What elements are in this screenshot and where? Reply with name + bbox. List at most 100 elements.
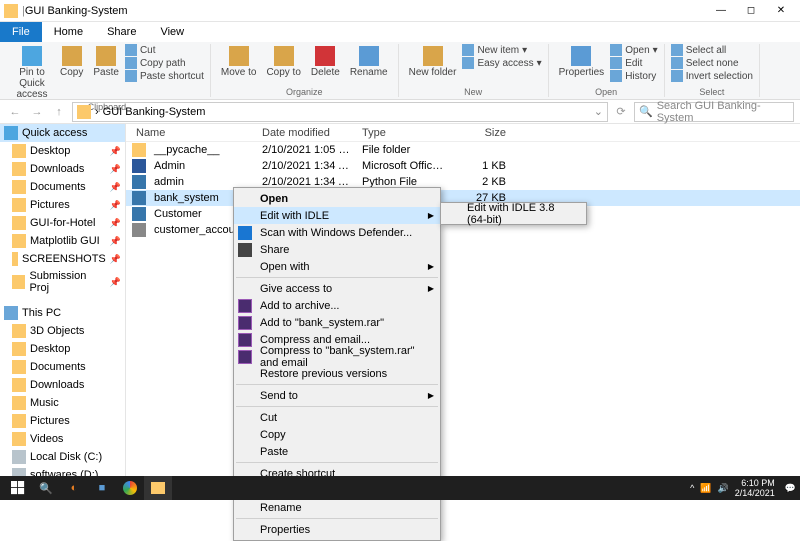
nav-item[interactable]: Desktop [0, 340, 125, 358]
paste-button[interactable]: Paste [89, 44, 123, 80]
cut-button[interactable]: Cut [125, 44, 204, 56]
start-button[interactable] [4, 476, 32, 500]
ctx-paste[interactable]: Paste [234, 443, 440, 460]
maximize-button[interactable]: ◻ [736, 1, 766, 21]
ctx-share[interactable]: Share [234, 241, 440, 258]
tab-view[interactable]: View [148, 22, 196, 42]
easy-access-button[interactable]: Easy access ▾ [462, 57, 541, 69]
folder-icon [12, 252, 18, 266]
nav-item[interactable]: Pictures📌 [0, 196, 125, 214]
history-button[interactable]: History [610, 70, 658, 82]
forward-button[interactable]: → [28, 103, 46, 121]
back-button[interactable]: ← [6, 103, 24, 121]
navigation-pane[interactable]: Quick access Desktop📌Downloads📌Documents… [0, 124, 126, 478]
column-name[interactable]: Name [132, 127, 258, 139]
tab-home[interactable]: Home [42, 22, 95, 42]
edit-icon [610, 57, 622, 69]
tray-up-icon[interactable]: ^ [690, 483, 694, 493]
copy-to-button[interactable]: Copy to [262, 44, 304, 80]
rename-button[interactable]: Rename [346, 44, 392, 80]
wifi-icon[interactable]: 📶 [700, 483, 711, 494]
close-button[interactable]: ✕ [766, 1, 796, 21]
ctx-edit-idle-38[interactable]: Edit with IDLE 3.8 (64-bit) [441, 205, 586, 222]
file-list[interactable]: Name Date modified Type Size __pycache__… [126, 124, 800, 478]
invert-selection-button[interactable]: Invert selection [671, 70, 753, 82]
ctx-open-with[interactable]: Open with▶ [234, 258, 440, 275]
ctx-compress-rar-email[interactable]: Compress to "bank_system.rar" and email [234, 348, 440, 365]
nav-item[interactable]: Downloads📌 [0, 160, 125, 178]
ctx-rename[interactable]: Rename [234, 499, 440, 516]
nav-item[interactable]: Submission Proj📌 [0, 268, 125, 296]
taskbar[interactable]: 🔍 ◐ ■ ^ 📶 🔊 6:10 PM 2/14/2021 💬 [0, 476, 800, 500]
up-button[interactable]: ↑ [50, 103, 68, 121]
folder-icon [12, 342, 26, 356]
search-input[interactable]: 🔍 Search GUI Banking-System [634, 102, 794, 122]
nav-item[interactable]: Downloads [0, 376, 125, 394]
column-size[interactable]: Size [450, 127, 510, 139]
properties-button[interactable]: Properties [555, 44, 609, 80]
group-new: New [405, 87, 542, 97]
notifications-icon[interactable]: 💬 [785, 483, 796, 494]
star-icon [4, 126, 18, 140]
nav-item[interactable]: Documents📌 [0, 178, 125, 196]
pin-icon [22, 46, 42, 66]
ctx-copy[interactable]: Copy [234, 426, 440, 443]
nav-quick-access[interactable]: Quick access [0, 124, 125, 142]
ctx-edit-idle[interactable]: Edit with IDLE▶ [234, 207, 440, 224]
ctx-scan-defender[interactable]: Scan with Windows Defender... [234, 224, 440, 241]
explorer-icon[interactable] [144, 476, 172, 500]
nav-item[interactable]: Videos [0, 430, 125, 448]
file-row[interactable]: __pycache__2/10/2021 1:05 PMFile folder [126, 142, 800, 158]
copy-button[interactable]: Copy [56, 44, 87, 80]
volume-icon[interactable]: 🔊 [718, 483, 729, 494]
tab-file[interactable]: File [0, 22, 42, 42]
ctx-cut[interactable]: Cut [234, 409, 440, 426]
file-row[interactable]: Admin2/10/2021 1:34 AMMicrosoft Office E… [126, 158, 800, 174]
ctx-give-access[interactable]: Give access to▶ [234, 280, 440, 297]
ctx-open[interactable]: Open [234, 190, 440, 207]
delete-button[interactable]: Delete [307, 44, 344, 80]
task-icon[interactable]: ■ [88, 476, 116, 500]
address-dropdown[interactable]: ⌄ [594, 105, 603, 118]
paste-shortcut-button[interactable]: Paste shortcut [125, 70, 204, 82]
task-icon[interactable]: 🔍 [32, 476, 60, 500]
ctx-restore[interactable]: Restore previous versions [234, 365, 440, 382]
ctx-add-archive[interactable]: Add to archive... [234, 297, 440, 314]
nav-item[interactable]: SCREENSHOTS📌 [0, 250, 125, 268]
breadcrumb-item[interactable]: GUI Banking-System [103, 106, 206, 118]
nav-item[interactable]: GUI-for-Hotel📌 [0, 214, 125, 232]
pin-quick-access-button[interactable]: Pin to Quick access [10, 44, 54, 102]
copy-path-button[interactable]: Copy path [125, 57, 204, 69]
nav-item[interactable]: Local Disk (C:) [0, 448, 125, 466]
select-none-button[interactable]: Select none [671, 57, 753, 69]
column-date[interactable]: Date modified [258, 127, 358, 139]
group-select: Select [671, 87, 753, 97]
nav-item[interactable]: Desktop📌 [0, 142, 125, 160]
nav-this-pc[interactable]: This PC [0, 304, 125, 322]
edit-button[interactable]: Edit [610, 57, 658, 69]
archive-icon [238, 316, 252, 330]
nav-item[interactable]: Music [0, 394, 125, 412]
nav-item[interactable]: Documents [0, 358, 125, 376]
ctx-properties[interactable]: Properties [234, 521, 440, 538]
nav-item[interactable]: Pictures [0, 412, 125, 430]
nav-item[interactable]: 3D Objects [0, 322, 125, 340]
chrome-icon[interactable] [116, 476, 144, 500]
tab-share[interactable]: Share [95, 22, 148, 42]
select-all-button[interactable]: Select all [671, 44, 753, 56]
clock[interactable]: 6:10 PM 2/14/2021 [735, 478, 779, 498]
column-type[interactable]: Type [358, 127, 450, 139]
task-icon[interactable]: ◐ [60, 476, 88, 500]
new-item-button[interactable]: New item ▾ [462, 44, 541, 56]
ctx-add-rar[interactable]: Add to "bank_system.rar" [234, 314, 440, 331]
nav-item[interactable]: Matplotlib GUI📌 [0, 232, 125, 250]
open-button[interactable]: Open ▾ [610, 44, 658, 56]
new-folder-button[interactable]: New folder [405, 44, 461, 80]
move-to-button[interactable]: Move to [217, 44, 261, 80]
refresh-button[interactable]: ⟳ [612, 103, 630, 121]
breadcrumb[interactable]: › GUI Banking-System ⌄ [72, 102, 608, 122]
minimize-button[interactable]: — [706, 1, 736, 21]
pin-icon: 📌 [110, 254, 121, 265]
file-row[interactable]: admin2/10/2021 1:34 AMPython File2 KB [126, 174, 800, 190]
ctx-send-to[interactable]: Send to▶ [234, 387, 440, 404]
